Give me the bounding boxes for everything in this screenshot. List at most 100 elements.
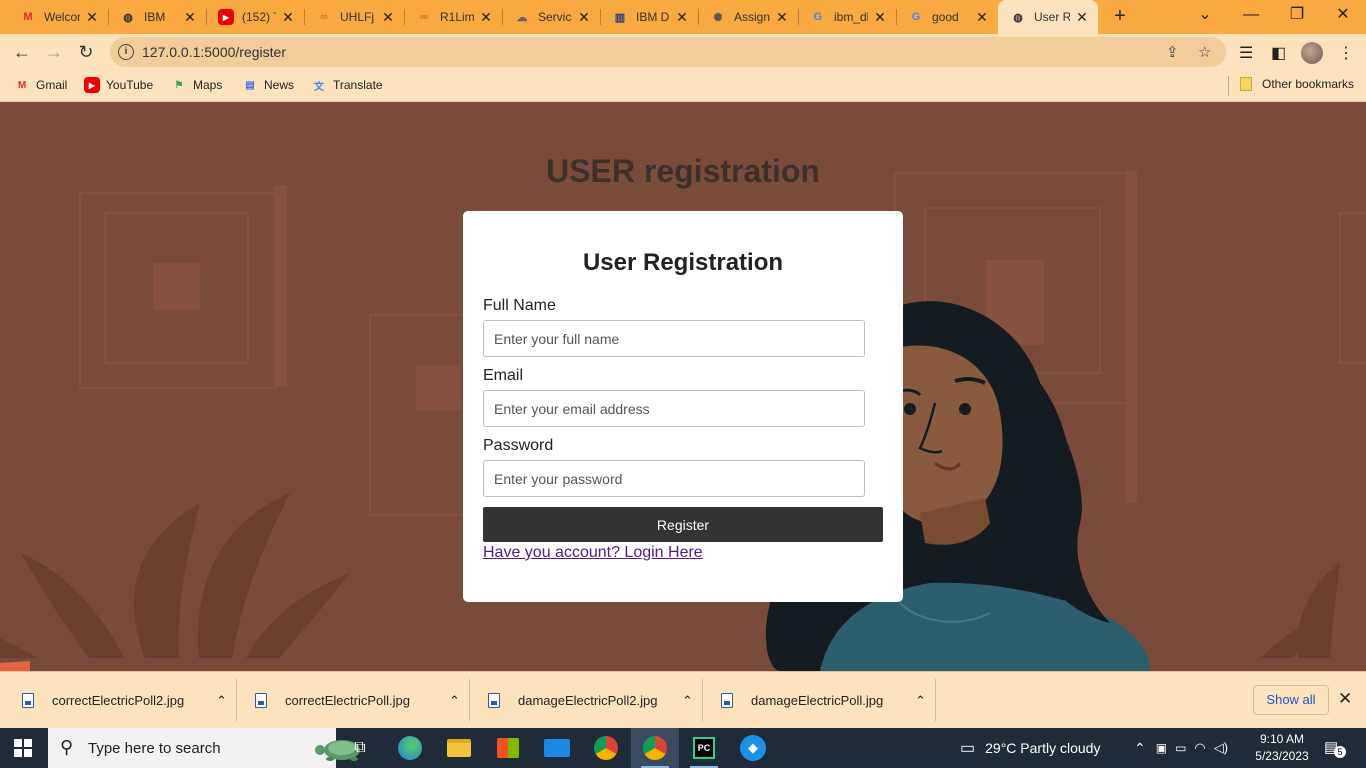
bookmark-youtube[interactable]: ▶ YouTube xyxy=(84,77,153,93)
gmail-icon: M xyxy=(23,11,33,23)
close-icon[interactable]: ✕ xyxy=(1338,689,1352,709)
menu-kebab-icon[interactable]: ⋮ xyxy=(1338,43,1354,63)
chevron-up-icon[interactable]: ⌃ xyxy=(216,693,227,709)
close-icon[interactable]: ✕ xyxy=(280,9,296,26)
tab-strip: M Welcome ✕ ◍ IBM ✕ ▶ (152) T ✕ ∞ UHLFj … xyxy=(0,0,1366,34)
weather-widget[interactable]: ▭ 29°C Partly cloudy xyxy=(960,728,1100,768)
store-icon[interactable] xyxy=(484,728,532,768)
notification-center[interactable]: ▤ 5 xyxy=(1324,738,1346,758)
clock-time: 9:10 AM xyxy=(1259,732,1305,746)
battery-icon[interactable]: ▭ xyxy=(1175,741,1186,755)
email-input[interactable] xyxy=(483,390,865,427)
new-tab-button[interactable]: + xyxy=(1108,4,1132,28)
chevron-up-icon[interactable]: ⌃ xyxy=(1134,740,1146,757)
tab-title: IBM D xyxy=(636,10,670,24)
reload-button[interactable]: ↻ xyxy=(72,38,100,66)
bookmark-translate[interactable]: 文 Translate xyxy=(311,77,383,93)
window-close-button[interactable]: ✕ xyxy=(1320,0,1366,30)
download-filename: correctElectricPoll.jpg xyxy=(285,693,410,708)
fullname-input[interactable] xyxy=(483,320,865,357)
search-icon: ⚲ xyxy=(60,737,74,757)
tab-0[interactable]: M Welcome ✕ xyxy=(8,0,108,34)
profile-avatar[interactable] xyxy=(1301,42,1323,64)
download-item[interactable]: correctElectricPoll2.jpg ⌃ xyxy=(22,672,227,729)
site-info-icon[interactable]: i xyxy=(118,44,134,60)
close-icon[interactable]: ✕ xyxy=(774,9,790,26)
download-item[interactable]: damageElectricPoll.jpg ⌃ xyxy=(721,672,926,729)
register-button[interactable]: Register xyxy=(483,507,883,542)
openai-icon: ✺ xyxy=(713,11,723,24)
tab-10-active[interactable]: ◍ User R ✕ xyxy=(998,0,1098,34)
tab-9[interactable]: G good ✕ xyxy=(896,0,998,34)
taskbar-clock[interactable]: 9:10 AM 5/23/2023 xyxy=(1252,731,1312,765)
chevron-up-icon[interactable]: ⌃ xyxy=(449,693,460,709)
bookmark-maps[interactable]: ⚑ Maps xyxy=(171,77,223,93)
notification-count: 5 xyxy=(1334,746,1346,758)
edge-icon[interactable] xyxy=(386,728,434,768)
share-icon[interactable]: ⇪ xyxy=(1166,43,1179,61)
bookmark-gmail[interactable]: M Gmail xyxy=(14,77,68,93)
reading-list-icon[interactable]: ☰ xyxy=(1239,43,1253,63)
docker-icon[interactable]: ◆ xyxy=(729,728,777,768)
chrome-profile-icon[interactable] xyxy=(631,728,679,768)
tab-2[interactable]: ▶ (152) T ✕ xyxy=(206,0,304,34)
other-bookmarks[interactable]: Other bookmarks xyxy=(1240,77,1354,91)
pycharm-icon[interactable]: PC xyxy=(680,728,728,768)
weather-text: 29°C Partly cloudy xyxy=(985,740,1101,756)
url-text[interactable]: 127.0.0.1:5000/register xyxy=(142,44,286,60)
back-button[interactable]: ← xyxy=(8,38,36,66)
tab-5[interactable]: ☁ Service ✕ xyxy=(502,0,600,34)
windows-start-icon[interactable] xyxy=(14,739,32,757)
chevron-up-icon[interactable]: ⌃ xyxy=(682,693,693,709)
tab-3[interactable]: ∞ UHLFj ✕ xyxy=(304,0,404,34)
bookmark-label: Translate xyxy=(333,78,383,92)
close-icon[interactable]: ✕ xyxy=(576,9,592,26)
tab-6[interactable]: ▥ IBM D ✕ xyxy=(600,0,698,34)
youtube-icon: ▶ xyxy=(84,77,100,93)
close-icon[interactable]: ✕ xyxy=(1074,9,1090,26)
volume-icon[interactable]: ◁) xyxy=(1214,740,1228,756)
close-icon[interactable]: ✕ xyxy=(182,9,198,26)
form-title: User Registration xyxy=(582,249,784,276)
tab-title: Welcome xyxy=(44,10,80,24)
restore-button[interactable]: ❐ xyxy=(1274,0,1320,30)
forward-button[interactable]: → xyxy=(40,38,68,66)
password-input[interactable] xyxy=(483,460,865,497)
tab-title: Assign xyxy=(734,10,770,24)
chevron-up-icon[interactable]: ⌃ xyxy=(915,693,926,709)
mail-icon[interactable] xyxy=(533,728,581,768)
task-view-icon[interactable]: ⧉ xyxy=(336,728,384,768)
tab-1[interactable]: ◍ IBM ✕ xyxy=(108,0,206,34)
close-icon[interactable]: ✕ xyxy=(674,9,690,26)
meet-icon[interactable]: ▣ xyxy=(1156,741,1167,755)
address-bar[interactable]: i 127.0.0.1:5000/register ⇪ ☆ xyxy=(110,37,1226,67)
browser-toolbar: ← → ↻ i 127.0.0.1:5000/register ⇪ ☆ ☰ ◧ … xyxy=(0,34,1366,70)
login-link[interactable]: Have you account? Login Here xyxy=(483,544,703,562)
tab-title: User R xyxy=(1034,10,1070,24)
close-icon[interactable]: ✕ xyxy=(974,9,990,26)
tab-7[interactable]: ✺ Assign ✕ xyxy=(698,0,798,34)
download-item[interactable]: correctElectricPoll.jpg ⌃ xyxy=(255,672,460,729)
tab-4[interactable]: ∞ R1Lim ✕ xyxy=(404,0,502,34)
tab-search-icon[interactable]: ⌄ xyxy=(1182,0,1228,30)
tab-8[interactable]: G ibm_dl ✕ xyxy=(798,0,896,34)
bookmark-news[interactable]: ▤ News xyxy=(242,77,294,93)
bookmark-star-icon[interactable]: ☆ xyxy=(1198,43,1211,61)
close-icon[interactable]: ✕ xyxy=(380,9,396,26)
download-item[interactable]: damageElectricPoll2.jpg ⌃ xyxy=(488,672,693,729)
minimize-button[interactable]: — xyxy=(1228,0,1274,30)
tab-title: Service xyxy=(538,10,572,24)
chrome-icon[interactable] xyxy=(582,728,630,768)
side-panel-icon[interactable]: ◧ xyxy=(1271,43,1286,63)
taskbar-search[interactable]: ⚲ Type here to search xyxy=(48,728,360,768)
show-all-button[interactable]: Show all xyxy=(1253,685,1329,715)
file-explorer-icon[interactable] xyxy=(435,728,483,768)
wifi-icon[interactable]: ◠ xyxy=(1194,740,1205,756)
download-filename: correctElectricPoll2.jpg xyxy=(52,693,185,708)
close-icon[interactable]: ✕ xyxy=(478,9,494,26)
bookmark-label: Gmail xyxy=(36,78,68,92)
image-file-icon xyxy=(488,693,500,708)
close-icon[interactable]: ✕ xyxy=(872,9,888,26)
fullname-label: Full Name xyxy=(483,297,556,314)
close-icon[interactable]: ✕ xyxy=(84,9,100,26)
